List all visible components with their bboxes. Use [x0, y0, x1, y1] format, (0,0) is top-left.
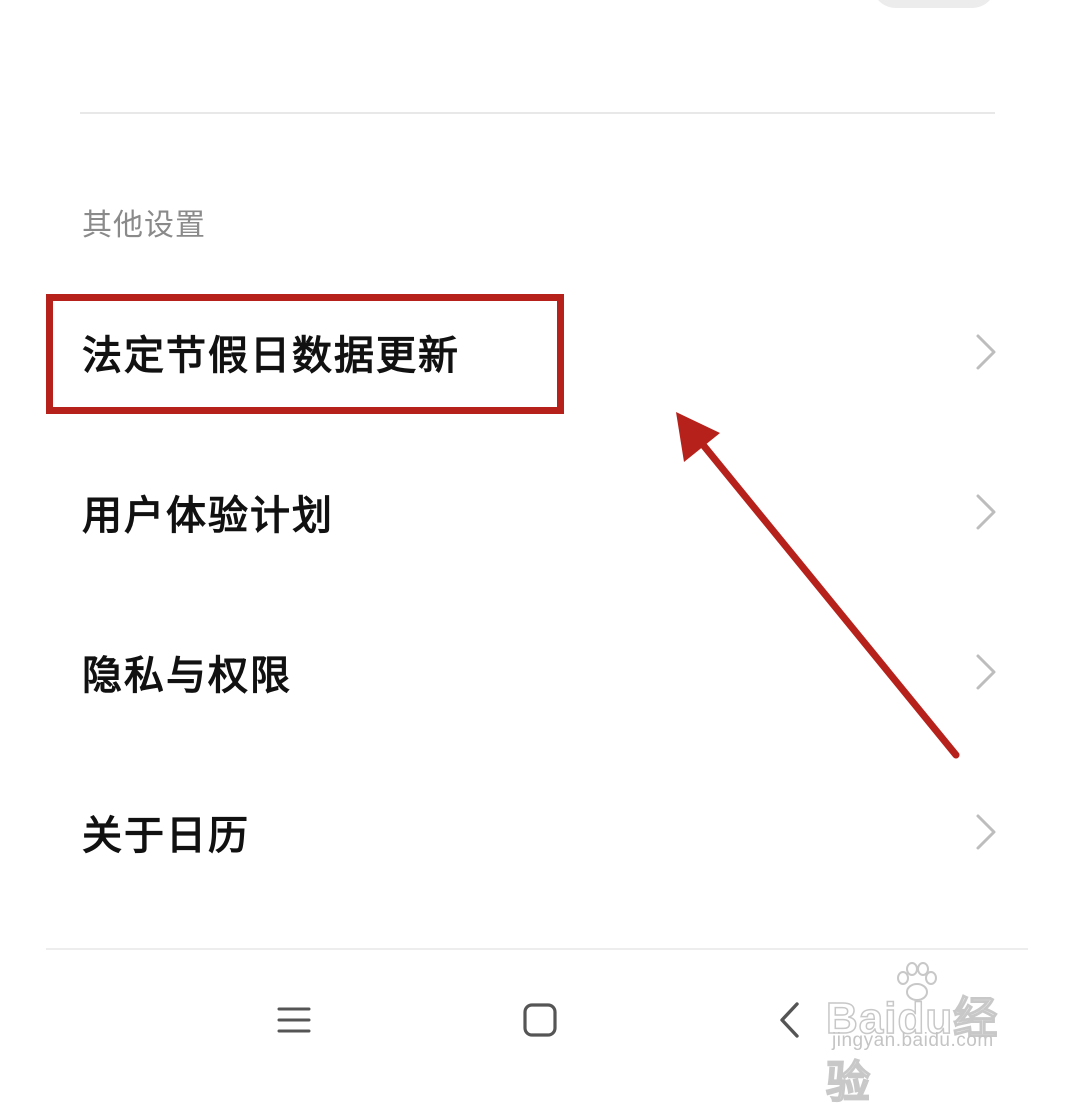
back-chevron-icon[interactable] [766, 995, 816, 1045]
settings-row-holiday-data-update[interactable]: 法定节假日数据更新 [0, 272, 1080, 432]
section-header-other-settings: 其他设置 [82, 208, 206, 243]
system-navigation-bar [0, 950, 1080, 1080]
chevron-right-icon [976, 654, 996, 690]
home-square-icon[interactable] [515, 995, 565, 1045]
row-label: 关于日历 [82, 813, 250, 859]
row-label: 隐私与权限 [82, 653, 292, 699]
chevron-right-icon [976, 814, 996, 850]
divider [80, 112, 995, 114]
settings-row-user-experience-program[interactable]: 用户体验计划 [0, 432, 1080, 592]
row-label: 用户体验计划 [82, 493, 334, 539]
toggle-switch[interactable] [872, 0, 996, 8]
row-label: 法定节假日数据更新 [82, 333, 460, 379]
chevron-right-icon [976, 494, 996, 530]
settings-row-privacy-permissions[interactable]: 隐私与权限 [0, 592, 1080, 752]
menu-icon[interactable] [268, 995, 318, 1045]
settings-row-about-calendar[interactable]: 关于日历 [0, 752, 1080, 912]
chevron-right-icon [976, 334, 996, 370]
